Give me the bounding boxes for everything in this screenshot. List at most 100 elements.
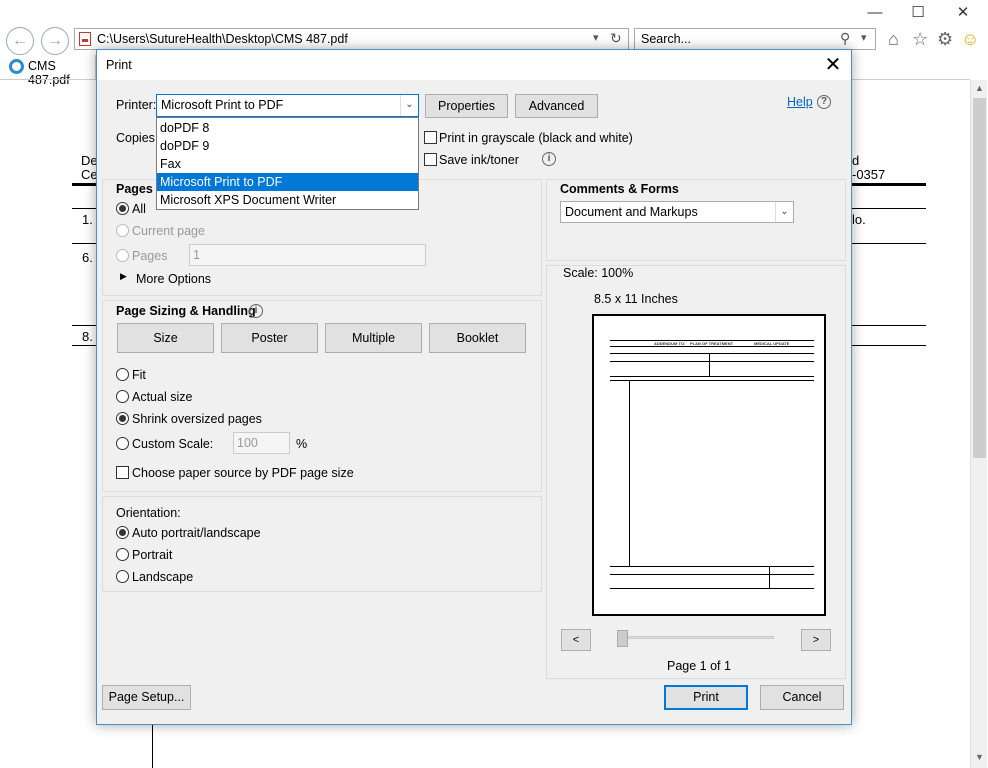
portrait-radio[interactable]	[116, 548, 129, 561]
doc-rule	[852, 325, 926, 326]
doc-text-lo: lo.	[852, 212, 866, 227]
doc-rule	[852, 183, 926, 186]
grayscale-label: Print in grayscale (black and white)	[439, 131, 633, 145]
next-page-button[interactable]: >	[801, 629, 831, 651]
tab-label: CMS 487.pdf	[28, 59, 70, 87]
copies-label: Copies:	[116, 131, 159, 145]
printer-option[interactable]: Microsoft XPS Document Writer	[157, 191, 418, 209]
pages-all-label: All	[132, 202, 146, 216]
size-button[interactable]: Size	[117, 323, 214, 353]
chevron-down-icon[interactable]: ⌄	[400, 95, 418, 116]
browser-tab[interactable]: CMS 487.pdf	[2, 55, 96, 87]
preview-line	[610, 361, 814, 362]
scroll-thumb[interactable]	[973, 98, 986, 458]
doc-rule	[72, 243, 98, 244]
search-icon[interactable]: ⚲	[840, 30, 850, 47]
doc-rule	[852, 345, 926, 346]
info-icon[interactable]: i	[542, 152, 556, 166]
printer-dropdown-list[interactable]: doPDF 8 doPDF 9 Fax Microsoft Print to P…	[156, 117, 419, 210]
advanced-button[interactable]: Advanced	[515, 94, 598, 118]
actual-size-radio[interactable]	[116, 390, 129, 403]
doc-rule	[852, 208, 926, 209]
settings-gear-icon[interactable]: ⚙	[937, 29, 953, 50]
paper-source-checkbox[interactable]	[116, 466, 129, 479]
printer-select[interactable]: Microsoft Print to PDF ⌄	[156, 94, 419, 117]
custom-scale-radio[interactable]	[116, 437, 129, 450]
custom-scale-input[interactable]: 100	[233, 432, 290, 454]
refresh-icon[interactable]: ↻	[610, 30, 622, 47]
cancel-button[interactable]: Cancel	[760, 685, 844, 710]
auto-orientation-label: Auto portrait/landscape	[132, 526, 261, 540]
preview-line	[610, 566, 814, 567]
page-count: Page 1 of 1	[667, 659, 731, 673]
minimize-button[interactable]: —	[864, 4, 886, 22]
orientation-heading: Orientation:	[116, 506, 181, 520]
scroll-down-icon[interactable]: ▼	[975, 752, 984, 762]
custom-scale-value: 100	[237, 436, 258, 450]
shrink-radio[interactable]	[116, 412, 129, 425]
address-bar[interactable]: C:\Users\SutureHealth\Desktop\CMS 487.pd…	[74, 28, 629, 50]
back-icon[interactable]: ←	[6, 27, 34, 55]
fit-label: Fit	[132, 368, 146, 382]
search-box[interactable]: Search... ⚲ ▾	[634, 28, 876, 50]
vertical-scrollbar[interactable]: ▲ ▼	[970, 80, 987, 768]
doc-text-0357: -0357	[852, 167, 886, 182]
pages-range-input[interactable]: 1	[189, 244, 426, 266]
grayscale-checkbox[interactable]	[424, 131, 437, 144]
properties-button[interactable]: Properties	[425, 94, 508, 118]
ie-icon	[9, 59, 24, 74]
pages-range-radio[interactable]	[116, 249, 129, 262]
preview-line	[610, 376, 814, 377]
preview-line	[610, 353, 814, 354]
prev-page-button[interactable]: <	[561, 629, 591, 651]
printer-option[interactable]: doPDF 8	[157, 119, 418, 137]
search-dropdown-icon[interactable]: ▾	[861, 31, 867, 44]
smiley-icon[interactable]: ☺	[961, 29, 979, 50]
save-ink-label: Save ink/toner	[439, 153, 519, 167]
page-slider-thumb[interactable]	[617, 630, 628, 647]
current-page-radio[interactable]	[116, 224, 129, 237]
dialog-titlebar[interactable]: Print ✕	[97, 50, 851, 80]
preview-line	[610, 380, 814, 381]
doc-rule	[852, 243, 926, 244]
window-close-button[interactable]: ✕	[952, 4, 974, 22]
info-icon[interactable]: i	[249, 304, 263, 318]
maximize-button[interactable]: ☐	[907, 4, 929, 22]
print-button[interactable]: Print	[664, 685, 748, 710]
printer-option[interactable]: doPDF 9	[157, 137, 418, 155]
more-options-label[interactable]: More Options	[136, 272, 211, 286]
doc-item-1: 1.	[82, 212, 93, 227]
help-link[interactable]: Help	[787, 95, 813, 109]
forward-icon[interactable]: →	[41, 27, 69, 55]
auto-orientation-radio[interactable]	[116, 526, 129, 539]
save-ink-checkbox[interactable]	[424, 153, 437, 166]
pages-range-value: 1	[193, 248, 200, 262]
dialog-close-icon[interactable]: ✕	[821, 53, 845, 77]
pdf-file-icon	[79, 32, 91, 46]
landscape-radio[interactable]	[116, 570, 129, 583]
printer-option-selected[interactable]: Microsoft Print to PDF	[157, 173, 418, 191]
preview-line	[709, 353, 710, 376]
pages-all-radio[interactable]	[116, 202, 129, 215]
expand-triangle-icon[interactable]: ▶	[120, 271, 127, 282]
portrait-label: Portrait	[132, 548, 173, 562]
chevron-down-icon[interactable]: ⌄	[775, 202, 793, 222]
comments-select[interactable]: Document and Markups ⌄	[560, 201, 794, 223]
dropdown-icon[interactable]: ▾	[593, 31, 599, 44]
doc-rule	[72, 345, 98, 346]
doc-item-8: 8.	[82, 329, 93, 344]
page-setup-button[interactable]: Page Setup...	[102, 685, 191, 710]
booklet-button[interactable]: Booklet	[429, 323, 526, 353]
dialog-title: Print	[106, 58, 132, 72]
multiple-button[interactable]: Multiple	[325, 323, 422, 353]
paper-source-label: Choose paper source by PDF page size	[132, 466, 354, 480]
favorites-star-icon[interactable]: ☆	[912, 29, 928, 50]
fit-radio[interactable]	[116, 368, 129, 381]
poster-button[interactable]: Poster	[221, 323, 318, 353]
printer-option[interactable]: Fax	[157, 155, 418, 173]
home-icon[interactable]: ⌂	[888, 29, 899, 50]
page-slider-track[interactable]	[620, 636, 774, 639]
comments-select-value: Document and Markups	[565, 205, 698, 219]
scroll-up-icon[interactable]: ▲	[975, 83, 984, 93]
help-icon[interactable]: ?	[817, 95, 831, 109]
